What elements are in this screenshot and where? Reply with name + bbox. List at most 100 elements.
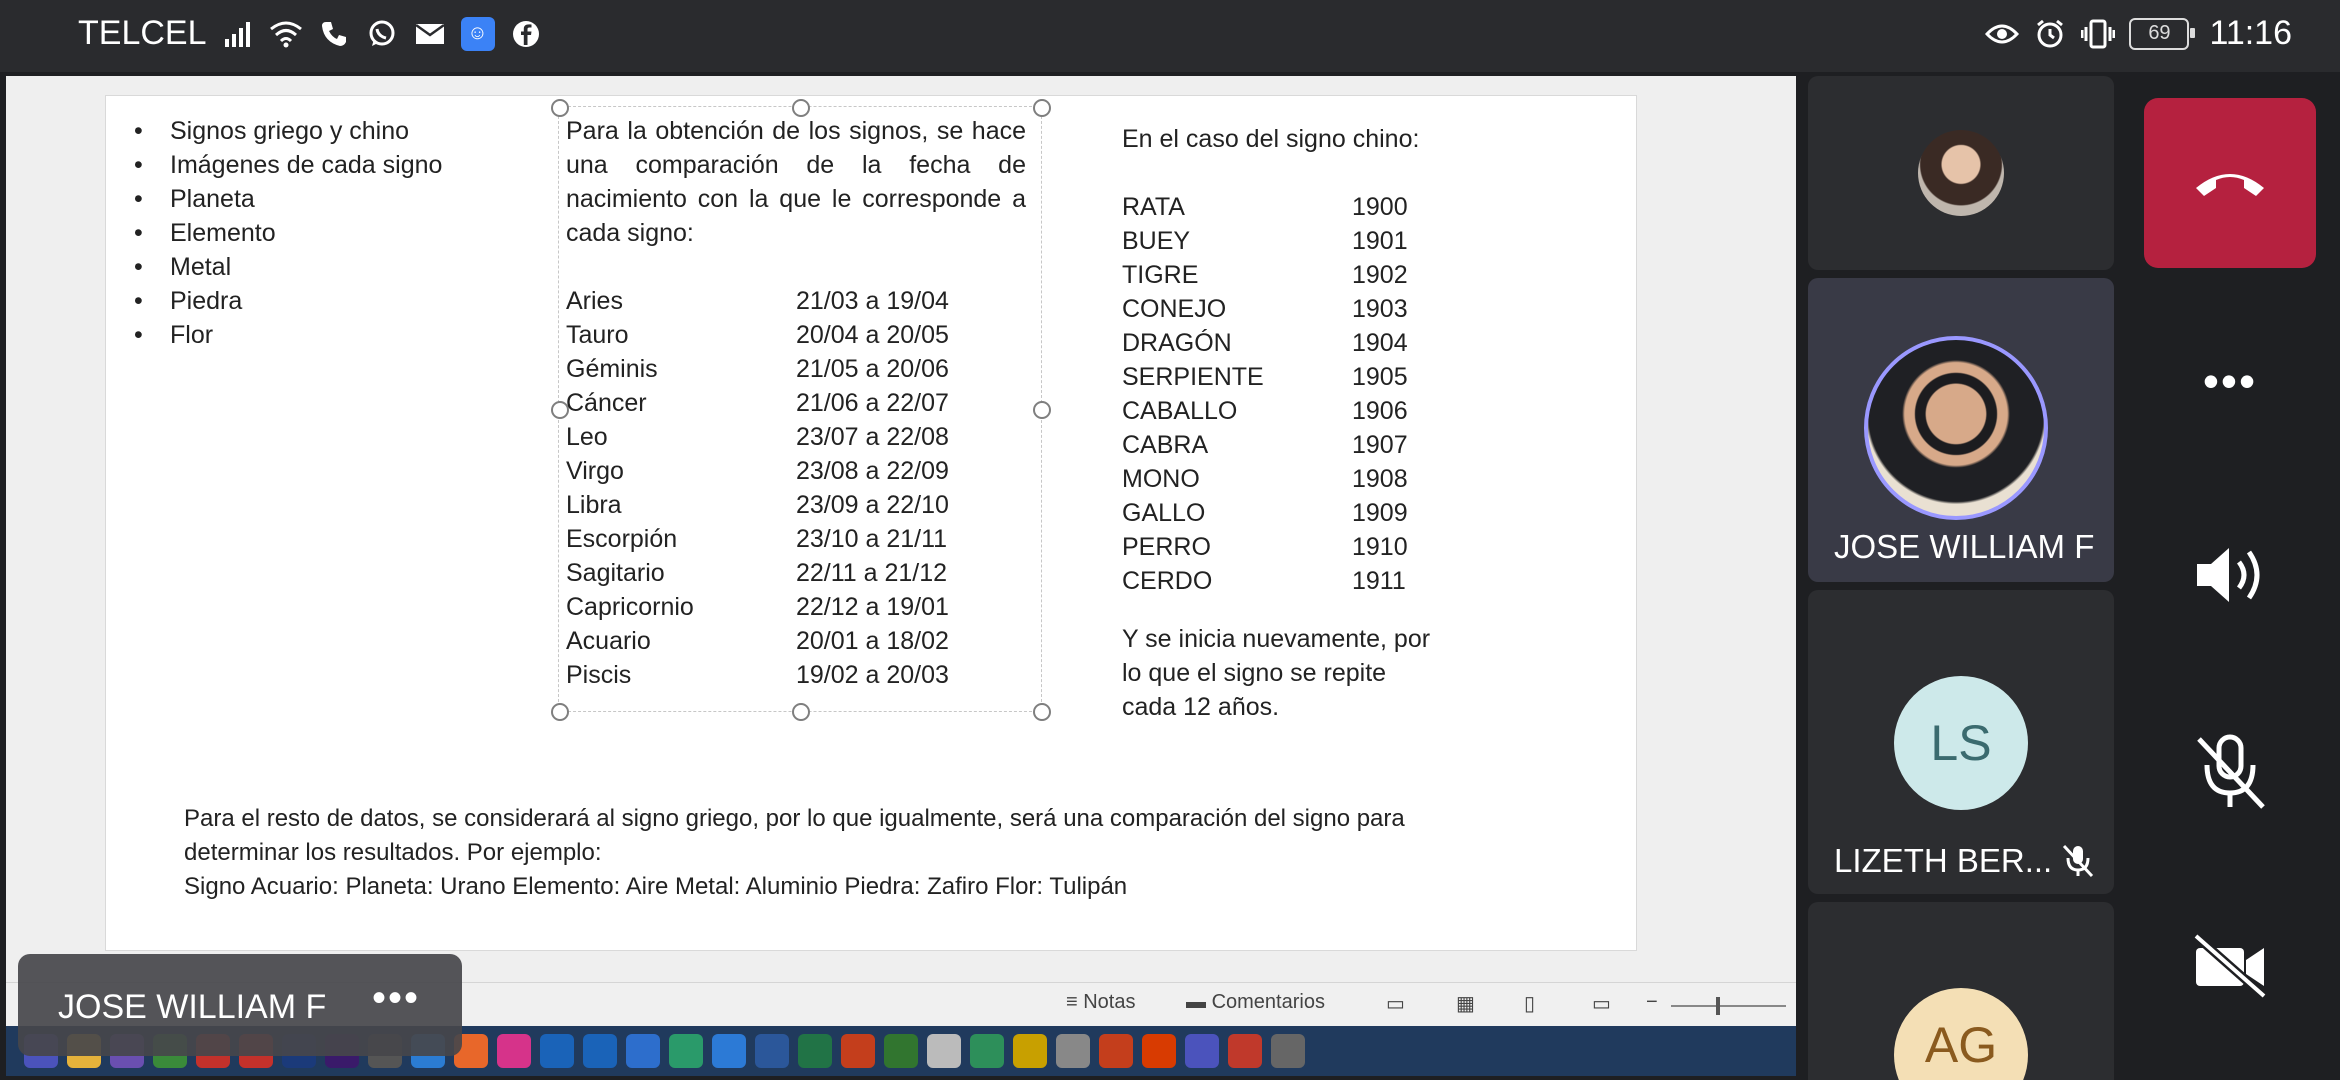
zodiac-text-box: Para la obtención de los signos, se hace… [566, 114, 1026, 692]
participant-tile-4[interactable]: AG [1808, 902, 2114, 1080]
chinese-year: 1900 [1352, 193, 1408, 221]
excel-icon[interactable] [798, 1034, 832, 1068]
speaker-button[interactable] [2144, 490, 2316, 660]
box-icon[interactable] [626, 1034, 660, 1068]
zodiac-sign: Leo [566, 423, 608, 451]
ppt-2-icon[interactable] [1099, 1034, 1133, 1068]
chinese-sign: PERRO [1122, 533, 1211, 561]
edge-icon[interactable] [583, 1034, 617, 1068]
footer-text: Para el resto de datos, se considerará a… [184, 802, 1405, 904]
zodiac-range: 20/01 a 18/02 [796, 627, 949, 655]
zodiac-range: 22/11 a 21/12 [796, 559, 948, 587]
chinese-row: CABRA 1907 [1122, 428, 1430, 462]
zodiac-row: Leo 23/07 a 22/08 [566, 420, 1026, 454]
grammarly-icon[interactable] [669, 1034, 703, 1068]
mic-icon[interactable] [1056, 1034, 1090, 1068]
chrome-icon[interactable] [927, 1034, 961, 1068]
zoom-thumb[interactable] [1716, 997, 1720, 1015]
chinese-sign: CERDO [1122, 567, 1213, 595]
facebook-icon [509, 17, 543, 51]
chinese-sign: RATA [1122, 193, 1185, 221]
presenter-name: JOSE WILLIAM F [58, 988, 327, 1026]
zoom-out-icon[interactable]: − [1646, 991, 1658, 1014]
notes-button[interactable]: ≡ Notas [1066, 991, 1135, 1014]
participant-tile-2[interactable]: JOSE WILLIAM F [1808, 278, 2114, 582]
vibrate-icon [2081, 17, 2116, 51]
end-call-button[interactable] [2144, 98, 2316, 268]
zodiac-range: 20/04 a 20/05 [796, 321, 949, 349]
more-icon: ••• [2202, 355, 2258, 407]
zodiac-sign: Géminis [566, 355, 658, 383]
chinese-table: RATA 1900 BUEY 1901 TIGRE 1902 CONEJO 1903 DRAGÓ… [1122, 190, 1430, 598]
slideshow-icon[interactable]: ▭ [1592, 991, 1611, 1016]
resize-handle-bm[interactable] [792, 703, 810, 721]
presenter-name-chip: JOSE WILLIAM F ••• [18, 954, 462, 1056]
outlook-icon[interactable] [540, 1034, 574, 1068]
status-bar: TELCEL ☺ 69 11:16 [0, 0, 2340, 72]
chinese-sign: TIGRE [1122, 261, 1199, 289]
presenter-more-button[interactable]: ••• [372, 976, 420, 1021]
zodiac-range: 21/05 a 20/06 [796, 355, 949, 383]
comments-button[interactable]: ▬ Comentarios [1186, 991, 1325, 1014]
notes-label: Notas [1083, 991, 1136, 1013]
bullet-list: Signos griego y chinoImágenes de cada si… [134, 114, 442, 352]
zodiac-row: Virgo 23/08 a 22/09 [566, 454, 1026, 488]
participant-avatar-photo [1918, 130, 2004, 216]
zoom-slider[interactable] [1671, 1005, 1786, 1007]
bullet-item: Flor [134, 318, 442, 352]
chinese-row: BUEY 1901 [1122, 224, 1430, 258]
footer-line-1: Para el resto de datos, se considerará a… [184, 805, 1405, 832]
mute-button[interactable] [2144, 686, 2316, 856]
mic-muted-icon [2060, 842, 2096, 883]
zodiac-row: Sagitario 22/11 a 21/12 [566, 556, 1026, 590]
desktop-icon[interactable] [1271, 1034, 1305, 1068]
chinese-year: 1909 [1352, 499, 1408, 527]
clock: 11:16 [2209, 14, 2292, 52]
zodiac-row: Piscis 19/02 a 20/03 [566, 658, 1026, 692]
chinese-heading: En el caso del signo chino: [1122, 125, 1420, 153]
resize-handle-mr[interactable] [1033, 401, 1051, 419]
chinese-sign: CABRA [1122, 431, 1209, 459]
slide-sorter-icon[interactable]: ▦ [1456, 991, 1475, 1016]
store-icon[interactable] [1013, 1034, 1047, 1068]
camera-button[interactable] [2144, 880, 2316, 1050]
edge-2-icon[interactable] [970, 1034, 1004, 1068]
itunes-icon[interactable] [497, 1034, 531, 1068]
chinese-year: 1910 [1352, 533, 1408, 561]
chinese-sign: CONEJO [1122, 295, 1227, 323]
presentation-slide: Signos griego y chinoImágenes de cada si… [106, 96, 1636, 950]
zodiac-row: Escorpión 23/10 a 21/11 [566, 522, 1026, 556]
powerpoint-icon[interactable] [841, 1034, 875, 1068]
project-icon[interactable] [884, 1034, 918, 1068]
vscode-icon[interactable] [712, 1034, 746, 1068]
resize-handle-br[interactable] [1033, 703, 1051, 721]
zodiac-sign: Sagitario [566, 559, 665, 587]
whatsapp-icon [365, 17, 399, 51]
participant-initials-avatar: AG [1894, 988, 2028, 1080]
participant-tile-3[interactable]: LS LIZETH BER... [1808, 590, 2114, 894]
zodiac-row: Cáncer 21/06 a 22/07 [566, 386, 1026, 420]
chinese-sign: SERPIENTE [1122, 363, 1264, 391]
comment-icon: ▬ [1186, 991, 1212, 1013]
more-options-button[interactable]: ••• [2144, 296, 2316, 466]
teams-2-icon[interactable] [1185, 1034, 1219, 1068]
chinese-year: 1904 [1352, 329, 1408, 357]
hang-up-icon [2196, 174, 2264, 196]
office-icon[interactable] [1142, 1034, 1176, 1068]
word-icon[interactable] [755, 1034, 789, 1068]
initials: LS [1930, 715, 1992, 771]
gimp-icon[interactable] [1228, 1034, 1262, 1068]
zodiac-row: Acuario 20/01 a 18/02 [566, 624, 1026, 658]
shared-screen: Signos griego y chinoImágenes de cada si… [6, 76, 1796, 1076]
resize-handle-bl[interactable] [551, 703, 569, 721]
chinese-row: CABALLO 1906 [1122, 394, 1430, 428]
normal-view-icon[interactable]: ▭ [1386, 991, 1405, 1016]
chinese-year: 1903 [1352, 295, 1408, 323]
participant-tile-1[interactable] [1808, 76, 2114, 270]
bullet-item: Planeta [134, 182, 442, 216]
bullet-item: Imágenes de cada signo [134, 148, 442, 182]
reading-view-icon[interactable]: ▯ [1524, 991, 1535, 1016]
footer-line-2: determinar los resultados. Por ejemplo: [184, 839, 602, 866]
resize-handle-tr[interactable] [1033, 99, 1051, 117]
chinese-note-2: lo que el signo se repite [1122, 659, 1387, 687]
